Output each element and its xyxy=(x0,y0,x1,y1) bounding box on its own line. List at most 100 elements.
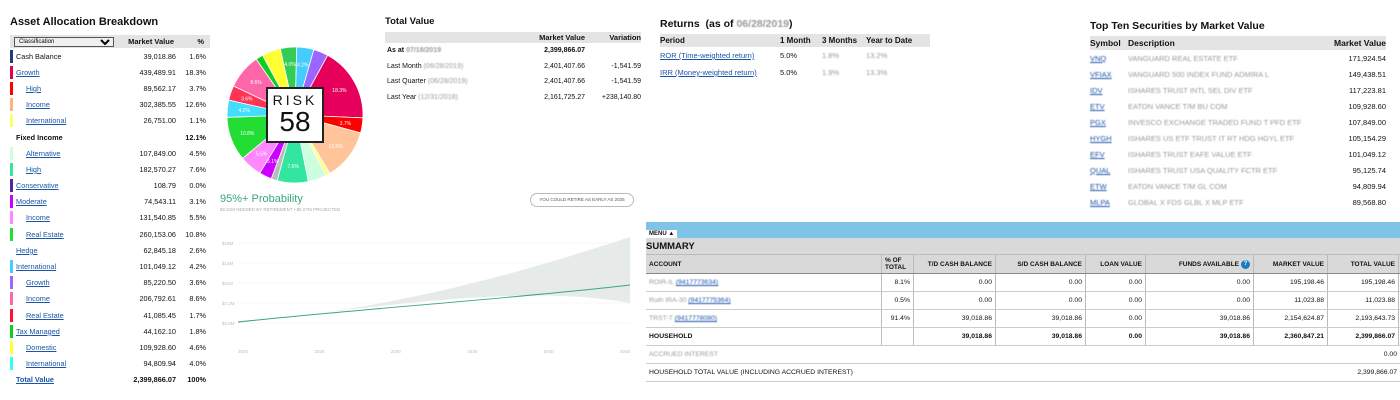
allocation-name[interactable]: Alternative xyxy=(16,149,116,158)
risk-score: 58 xyxy=(279,106,311,137)
total-value-row: Last Year (12/31/2018) 2,161,725.27 +238,1… xyxy=(385,90,641,106)
security-row: PGX INVESCO EXCHANGE TRADED FUND T PFD ET… xyxy=(1090,114,1386,130)
color-swatch xyxy=(10,211,13,225)
allocation-name[interactable]: Growth xyxy=(16,68,116,77)
allocation-name[interactable]: Income xyxy=(16,294,116,303)
allocation-pct: 7.6% xyxy=(189,164,206,174)
pie-slice-label: 3.7% xyxy=(340,121,352,127)
security-symbol-link[interactable]: ETW xyxy=(1090,182,1128,191)
y-tick-label: $11M xyxy=(222,281,233,286)
tv-row-market-value: 2,399,866.07 xyxy=(544,47,585,55)
allocation-value: 26,751.00 xyxy=(143,116,176,126)
allocation-pct: 3.1% xyxy=(189,197,206,207)
allocation-name[interactable]: Total Value xyxy=(16,375,116,384)
retire-early-button[interactable]: YOU COULD RETIRE AS EARLY AS 2025 xyxy=(530,193,634,207)
allocation-name[interactable]: Moderate xyxy=(16,197,116,206)
security-description: EATON VANCE T/M BU COM xyxy=(1128,101,1228,111)
security-market-value: 149,438.51 xyxy=(1348,69,1386,79)
account-funds: 0.00 xyxy=(1146,292,1254,309)
allocation-value: 206,792.61 xyxy=(139,294,176,304)
security-row: ETV EATON VANCE T/M BU COM 109,928.60 xyxy=(1090,98,1386,114)
allocation-row: Hedge 62,845.18 2.6% xyxy=(10,242,210,258)
color-swatch xyxy=(10,340,13,354)
account-loan: 0.00 xyxy=(1086,274,1146,291)
allocation-name[interactable]: Income xyxy=(16,100,116,109)
account-number-link[interactable]: (9417778080) xyxy=(675,315,717,322)
security-symbol-link[interactable]: ETV xyxy=(1090,102,1128,111)
allocation-row: Domestic 109,928.60 4.6% xyxy=(10,339,210,355)
security-row: QUAL ISHARES TRUST USA QUALITY FCTR ETF 95… xyxy=(1090,162,1386,178)
allocation-value: 39,018.86 xyxy=(143,51,176,61)
allocation-value: 85,220.50 xyxy=(143,278,176,288)
help-icon[interactable]: ? xyxy=(1241,259,1250,269)
color-swatch xyxy=(10,292,13,306)
allocation-name[interactable]: High xyxy=(16,165,116,174)
allocation-name[interactable]: International xyxy=(16,262,116,271)
account-td: 0.00 xyxy=(914,274,996,291)
allocation-pct: 100% xyxy=(187,375,206,385)
security-symbol-link[interactable]: VNQ xyxy=(1090,54,1128,63)
color-swatch xyxy=(10,98,13,112)
x-tick-label: 2025 xyxy=(314,349,325,354)
allocation-name[interactable]: Growth xyxy=(16,278,116,287)
security-description: VANGUARD 500 INDEX FUND ADMIRA L xyxy=(1128,69,1270,79)
security-description: EATON VANCE T/M GL COM xyxy=(1128,181,1227,191)
allocation-row: High 182,570.27 7.6% xyxy=(10,161,210,177)
account-number-link[interactable]: (9417775364) xyxy=(688,297,730,304)
security-symbol-link[interactable]: QUAL xyxy=(1090,166,1128,175)
security-symbol-link[interactable]: HYGH xyxy=(1090,134,1128,143)
allocation-value: 2,399,866.07 xyxy=(133,375,176,385)
allocation-name[interactable]: Real Estate xyxy=(16,230,116,239)
color-swatch xyxy=(10,114,13,128)
color-swatch xyxy=(10,81,13,95)
allocation-value: 109,928.60 xyxy=(139,342,176,352)
pie-slice-label: 12.6% xyxy=(328,144,343,150)
returns-period-link[interactable]: ROR (Time-weighted return) xyxy=(660,51,780,60)
account-total: 11,023.88 xyxy=(1328,292,1399,309)
allocation-name[interactable]: Real Estate xyxy=(16,311,116,320)
account-name: Ruth IRA-30 xyxy=(649,297,687,304)
allocation-rows: Cash Balance 39,018.86 1.6% Growth 439,489.9… xyxy=(10,48,210,388)
security-symbol-link[interactable]: VFIAX xyxy=(1090,70,1128,79)
account-pct: 8.1% xyxy=(882,274,914,291)
pie-slice-label: 8.6% xyxy=(250,80,262,86)
pie-slice-label: 5.5% xyxy=(256,152,268,158)
security-symbol-link[interactable]: MLPA xyxy=(1090,198,1128,207)
pie-slice-label: 7.6% xyxy=(288,164,300,170)
allocation-row: Alternative 107,849.00 4.5% xyxy=(10,145,210,161)
returns-3m: 1.9% xyxy=(822,68,840,77)
allocation-value: 89,562.17 xyxy=(143,83,176,93)
total-value-row: As at 07/18/2019 2,399,866.07 xyxy=(385,43,641,59)
returns-period-link[interactable]: IRR (Money-weighted return) xyxy=(660,68,780,77)
account-td: 39,018.86 xyxy=(914,310,996,327)
tv-row-market-value: 2,401,407.66 xyxy=(544,62,585,70)
allocation-name[interactable]: Hedge xyxy=(16,246,116,255)
returns-header: Period 1 Month 3 Months Year to Date xyxy=(660,34,930,47)
allocation-row: Tax Managed 44,162.10 1.8% xyxy=(10,323,210,339)
allocation-name[interactable]: Conservative xyxy=(16,181,116,190)
allocation-name[interactable]: International xyxy=(16,359,116,368)
color-swatch xyxy=(10,49,13,63)
color-swatch xyxy=(10,162,13,176)
security-description: ISHARES TRUST INTL SEL DIV ETF xyxy=(1128,85,1253,95)
classification-select[interactable]: Classification xyxy=(14,36,114,47)
allocation-name[interactable]: Income xyxy=(16,213,116,222)
allocation-name[interactable]: International xyxy=(16,116,116,125)
allocation-row: Moderate 74,543.11 3.1% xyxy=(10,194,210,210)
security-market-value: 109,928.60 xyxy=(1348,101,1386,111)
caret-up-icon: ▲ xyxy=(668,231,675,237)
allocation-name[interactable]: Tax Managed xyxy=(16,327,116,336)
account-pct: 0.5% xyxy=(882,292,914,309)
account-td: 0.00 xyxy=(914,292,996,309)
security-symbol-link[interactable]: EFV xyxy=(1090,150,1128,159)
security-symbol-link[interactable]: PGX xyxy=(1090,118,1128,127)
security-symbol-link[interactable]: IDV xyxy=(1090,86,1128,95)
allocation-name[interactable]: High xyxy=(16,84,116,93)
total-value-header: Market Value Variation xyxy=(385,32,641,43)
allocation-pct: 12.1% xyxy=(185,132,206,142)
allocation-name[interactable]: Domestic xyxy=(16,343,116,352)
account-number-link[interactable]: (9417773634) xyxy=(676,279,718,286)
menu-toggle[interactable]: MENU ▲ xyxy=(646,230,678,238)
allocation-value: 101,049.12 xyxy=(139,262,176,272)
y-tick-label: $18M xyxy=(222,241,234,246)
